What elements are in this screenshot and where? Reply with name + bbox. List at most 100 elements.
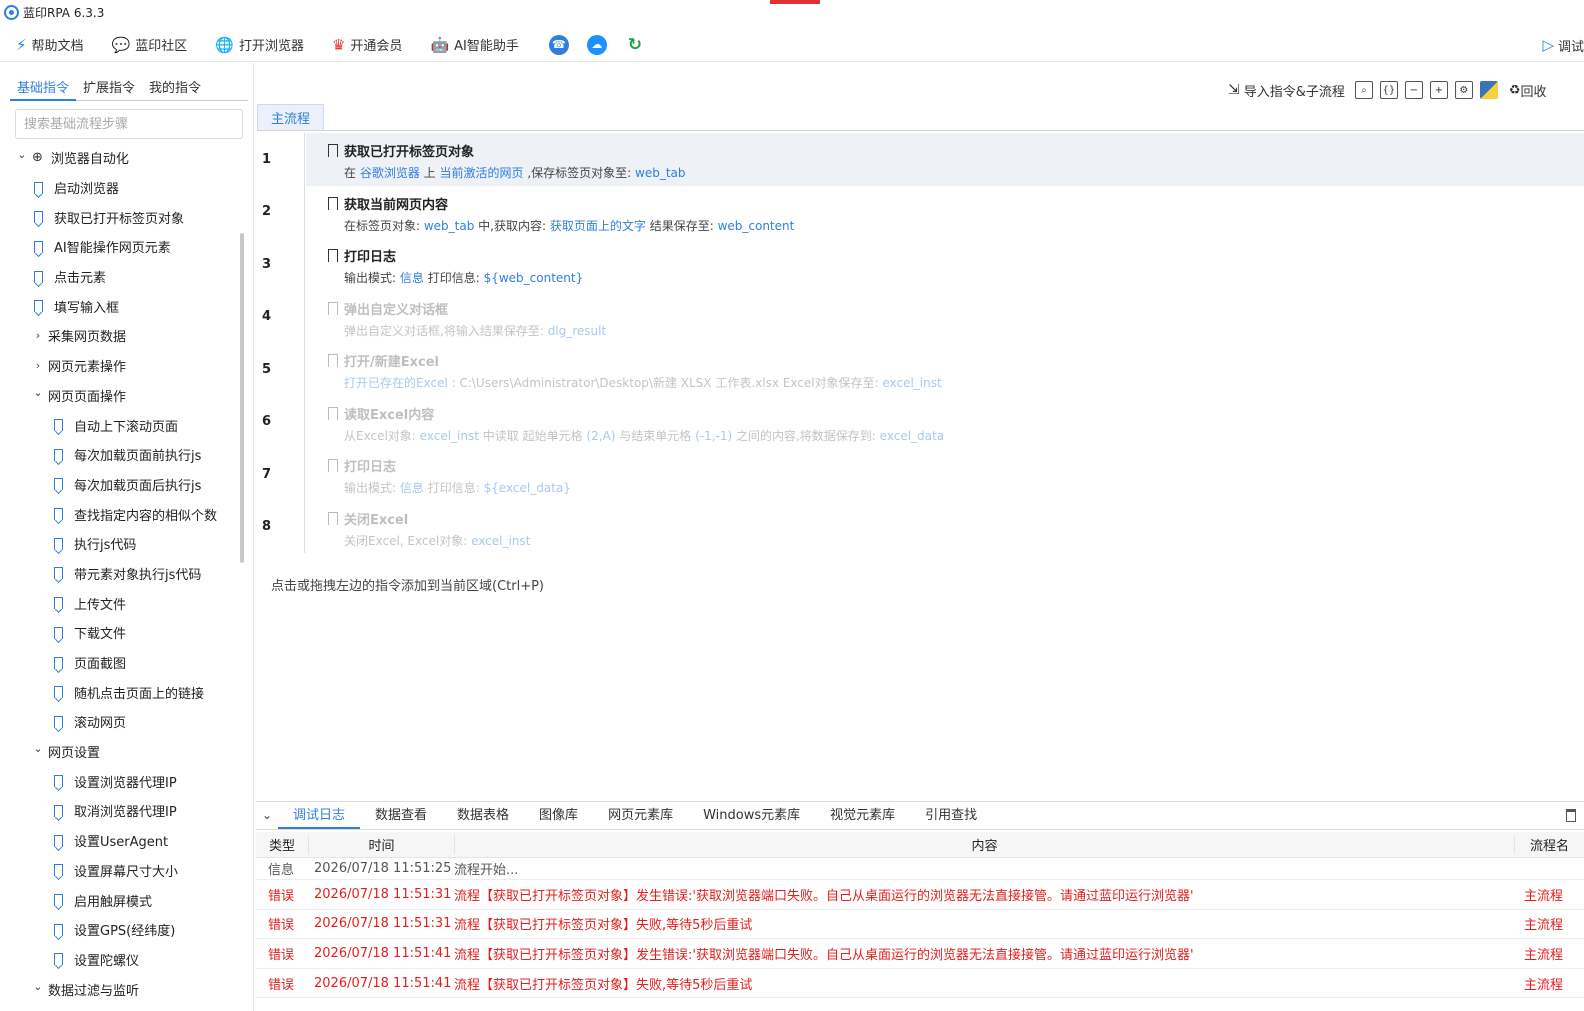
tree-item[interactable]: 滚动网页 [0,707,240,737]
step-body[interactable]: 打开/新建Excel 打开已存在的Excel : C:\Users\Adminis… [306,343,1584,396]
community-button[interactable]: 💬 蓝印社区 [112,35,188,55]
tree-item[interactable]: 获取已打开标签页对象 [0,202,240,232]
bottom-tab[interactable]: 网页元素库 [593,802,688,829]
bottom-tab[interactable]: 数据查看 [360,802,442,829]
column-type[interactable]: 类型 [256,835,308,854]
tree-item[interactable]: 每次加载页面后执行js [0,470,240,500]
tree-item[interactable]: 页面截图 [0,648,240,678]
flow-step[interactable]: 3 打印日志 输出模式: 信息 打印信息: ${web_content} [256,238,1584,291]
step-body[interactable]: 打印日志 输出模式: 信息 打印信息: ${excel_data} [306,448,1584,501]
log-row[interactable]: 错误 2026/07/18 11:51:31 流程【获取已打开标签页对象】失败,等待… [256,910,1584,940]
command-tree-scrollbar[interactable] [240,233,244,563]
step-param-value[interactable]: (-1,-1) [695,429,732,443]
command-search-input[interactable] [15,109,243,139]
step-param-value[interactable]: excel_inst [471,534,530,548]
step-param-value[interactable]: ${web_content} [484,271,584,285]
bottom-tab[interactable]: 数据表格 [442,802,524,829]
step-param-value[interactable]: web_tab [635,166,686,180]
tree-item[interactable]: 带元素对象执行js代码 [0,559,240,589]
debug-button[interactable]: ▷ 调试 [1542,28,1584,62]
step-body[interactable]: 获取当前网页内容 在标签页对象: web_tab 中,获取内容: 获取页面上的文字… [306,186,1584,239]
step-param-value[interactable]: 谷歌浏览器 [360,166,420,180]
step-param-value[interactable]: 当前激活的网页 [439,166,523,180]
flow-step[interactable]: 6 读取Excel内容 从Excel对象: excel_inst 中读取 起始单元格… [256,395,1584,449]
step-body[interactable]: 读取Excel内容 从Excel对象: excel_inst 中读取 起始单元格 … [306,396,1584,449]
customer-service-icon[interactable]: ☎ [548,34,569,55]
bottom-tab[interactable]: Windows元素库 [688,802,815,829]
tab-main-flow[interactable]: 主流程 [257,104,324,131]
column-process[interactable]: 流程名 [1514,835,1584,854]
bookmark-icon[interactable] [328,459,338,472]
step-param-value[interactable]: ${excel_data} [484,481,571,495]
import-commands-button[interactable]: ⇲ 导入指令&子流程 [1228,81,1345,100]
tree-group[interactable]: › 采集网页数据 [0,321,240,351]
chevron-down-icon[interactable]: ⌄ [32,386,44,399]
tree-item[interactable]: 设置屏幕尺寸大小 [0,856,240,886]
step-param-value[interactable]: web_tab [424,219,475,233]
chevron-down-icon[interactable]: ⌄ [32,980,44,993]
bottom-tab[interactable]: 调试日志 [278,802,361,829]
column-content[interactable]: 内容 [454,835,1514,854]
cloud-icon[interactable]: ☁ [586,34,607,55]
tree-group[interactable]: ⌄ 网页页面操作 [0,381,240,411]
clear-log-icon[interactable] [1566,809,1576,822]
step-param-value[interactable]: 打开已存在的Excel : [344,376,459,390]
log-row[interactable]: 错误 2026/07/18 11:51:41 流程【获取已打开标签页对象】发生错误:… [256,939,1584,969]
tree-item[interactable]: 设置GPS(经纬度) [0,915,240,945]
step-body[interactable]: 弹出自定义对话框 弹出自定义对话框,将输入结果保存至: dlg_result [306,291,1584,344]
step-param-value[interactable]: 信息 [400,481,424,495]
tree-item[interactable]: 填写输入框 [0,291,240,321]
flow-step[interactable]: 8 关闭Excel 关闭Excel, Excel对象: excel_inst [256,500,1584,554]
step-param-value[interactable]: excel_data [880,429,944,443]
tree-item[interactable]: 启动浏览器 [0,173,240,203]
step-body[interactable]: 关闭Excel 关闭Excel, Excel对象: excel_inst [306,501,1584,554]
tab-basic-commands[interactable]: 基础指令 [10,79,77,101]
tab-extended-commands[interactable]: 扩展指令 [76,79,142,101]
bookmark-icon[interactable] [328,301,338,315]
step-param-value[interactable]: 信息 [400,271,424,285]
tab-my-commands[interactable]: 我的指令 [142,79,208,101]
bookmark-icon[interactable] [328,511,338,525]
ai-assistant-button[interactable]: 🤖 AI智能助手 [430,35,518,55]
bookmark-icon[interactable] [328,249,338,262]
tree-item[interactable]: 点击元素 [0,262,240,292]
tree-item[interactable]: 每次加载页面前执行js [0,440,240,470]
log-row[interactable]: 错误 2026/07/18 11:51:31 流程【获取已打开标签页对象】发生错误:… [256,880,1584,910]
tree-item[interactable]: 设置UserAgent [0,826,240,856]
tree-item[interactable]: AI智能操作网页元素 [0,232,240,262]
help-doc-button[interactable]: ⚡ 帮助文档 [16,35,84,55]
tree-item[interactable]: 上传文件 [0,588,240,618]
step-param-value[interactable]: (2,A) [586,429,615,443]
step-body[interactable]: 打印日志 输出模式: 信息 打印信息: ${web_content} [306,238,1584,291]
tree-item[interactable]: 设置陀螺仪 [0,945,240,975]
bookmark-icon[interactable] [328,144,338,157]
flow-step[interactable]: 2 获取当前网页内容 在标签页对象: web_tab 中,获取内容: 获取页面上的文… [256,185,1584,239]
chevron-down-icon[interactable]: ⌄ [32,742,44,755]
search-icon[interactable]: ⌕ [1354,81,1373,99]
column-time[interactable]: 时间 [308,835,454,854]
step-param-value[interactable]: excel_inst [882,376,941,390]
flow-step[interactable]: 4 弹出自定义对话框 弹出自定义对话框,将输入结果保存至: dlg_result [256,290,1584,344]
tree-item[interactable]: 自动上下滚动页面 [0,410,240,440]
tree-item[interactable]: 下载文件 [0,618,240,648]
python-icon[interactable] [1479,81,1498,99]
bookmark-icon[interactable] [328,406,338,420]
step-param-value[interactable]: dlg_result [548,324,607,338]
refresh-icon[interactable]: ↻ [625,35,645,55]
bottom-tab[interactable]: 引用查找 [910,802,992,829]
step-body[interactable]: 获取已打开标签页对象在 谷歌浏览器 上 当前激活的网页 ,保存标签页对象至: w… [306,133,1584,186]
flow-step[interactable]: 7 打印日志 输出模式: 信息 打印信息: ${excel_data} [256,448,1584,501]
expand-all-icon[interactable]: + [1429,81,1448,99]
log-row[interactable]: 信息 2026/07/18 11:51:25 流程开始... [256,858,1584,880]
tree-item[interactable]: 取消浏览器代理IP [0,796,240,826]
chevron-right-icon[interactable]: › [32,359,44,372]
tree-item[interactable]: 查找指定内容的相似个数 [0,499,240,529]
recycle-button[interactable]: ♻ 回收 [1509,81,1547,100]
log-row[interactable]: 错误 2026/07/18 11:51:41 流程【获取已打开标签页对象】失败,等待… [256,969,1584,999]
tree-group[interactable]: › 网页元素操作 [0,351,240,381]
bottom-tab[interactable]: 视觉元素库 [815,802,910,829]
settings-icon[interactable]: ⚙ [1454,81,1473,99]
collapse-panel-icon[interactable]: ⌄ [256,801,278,829]
step-param-value[interactable]: web_content [718,219,795,233]
chevron-right-icon[interactable]: › [32,329,44,342]
